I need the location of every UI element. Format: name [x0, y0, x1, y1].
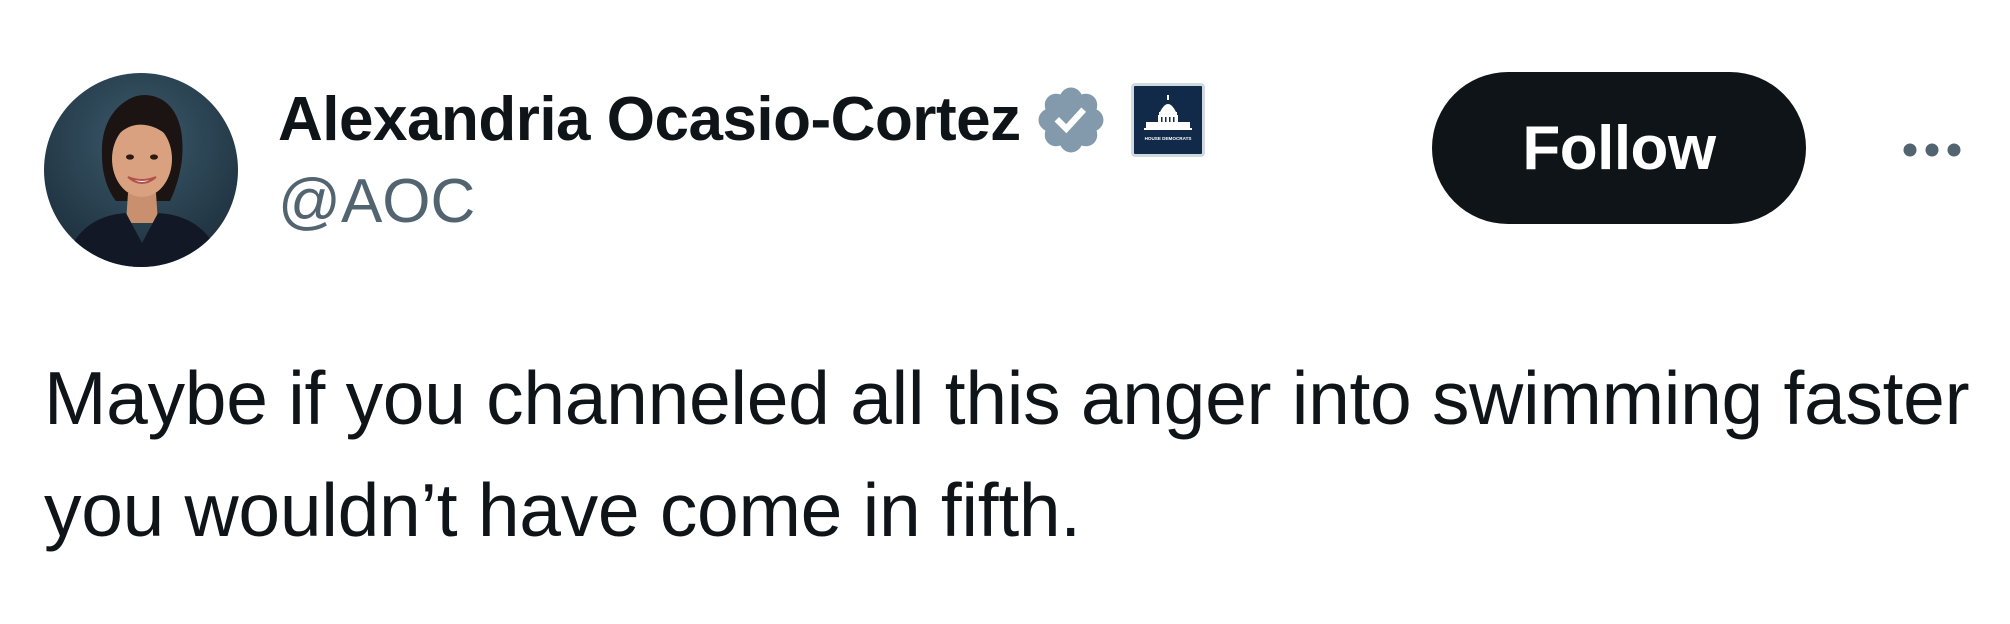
affiliate-badge[interactable]: HOUSE DEMOCRATS — [1130, 83, 1205, 157]
capitol-building-icon: HOUSE DEMOCRATS — [1133, 86, 1202, 154]
more-horizontal-icon — [1903, 143, 1961, 157]
name-row: Alexandria Ocasio-Cortez HOUSE DEMOCRATS — [278, 80, 1205, 160]
avatar-image — [44, 73, 238, 267]
verified-check-icon[interactable] — [1033, 82, 1109, 158]
more-options-button[interactable] — [1892, 120, 1972, 180]
author-handle[interactable]: @AOC — [278, 162, 1205, 242]
follow-button[interactable]: Follow — [1432, 72, 1806, 224]
author-display-name[interactable]: Alexandria Ocasio-Cortez — [278, 80, 1021, 160]
author-block: Alexandria Ocasio-Cortez HOUSE DEMOCRATS… — [278, 80, 1205, 242]
avatar[interactable] — [44, 73, 238, 267]
tweet-text: Maybe if you channeled all this anger in… — [44, 356, 1970, 552]
affiliate-badge-text: HOUSE DEMOCRATS — [1144, 136, 1191, 141]
